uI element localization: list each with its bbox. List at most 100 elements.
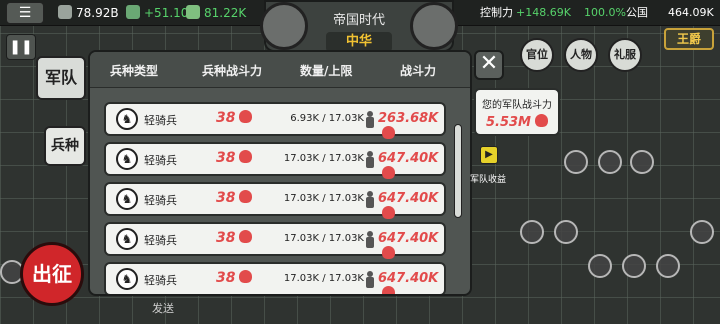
control-delta: +148.69K [516,6,571,19]
gold-resource: 78.92B [58,4,119,22]
people-button[interactable]: 人物 [564,38,598,72]
map-tile-icon[interactable] [564,150,588,174]
skull-icon [239,230,253,243]
person-icon [366,151,374,169]
pause-button[interactable]: ❚❚ [6,34,36,60]
rank-button[interactable]: 王爵 [664,28,714,50]
skull-icon [239,110,253,123]
send-button[interactable]: 发送 [152,300,174,316]
table-row: ♞ 轻骑兵 38 17.03K / 17.03K 647.40K [104,142,446,179]
skull-icon [239,270,253,283]
army-income-label: 军队收益 [470,175,507,185]
person-icon [366,231,374,249]
map-tile-icon[interactable] [598,150,622,174]
food-icon [186,5,200,19]
header-power: 战斗力 [400,64,437,78]
unit-total-power: 647.40K [378,231,444,262]
control-percent: 100.0% [584,6,626,19]
unit-name: 轻骑兵 [144,194,177,207]
unit-total-power: 647.40K [378,271,444,294]
menu-button[interactable]: ☰ [6,2,44,24]
skull-icon [382,166,395,179]
horse-icon: ♞ [116,108,138,130]
unit-power: 38 [216,230,253,246]
unit-total-value: 647.40K [378,231,439,246]
unit-power-value: 38 [216,110,236,126]
map-tile-icon[interactable] [630,150,654,174]
unit-power: 38 [216,190,253,206]
header-unit-type: 兵种类型 [110,64,159,78]
unit-total-value: 647.40K [378,151,439,166]
army-power-box: 您的军队战斗力 5.53M [474,88,560,136]
unit-name: 轻骑兵 [144,114,177,127]
horse-icon: ♞ [116,148,138,170]
unit-power-value: 38 [216,230,236,246]
army-power-label: 您的军队战斗力 [482,100,552,111]
nation-name[interactable]: 中华 [326,32,392,52]
control-label: 控制力 [480,6,513,19]
map-tile-icon[interactable] [690,220,714,244]
close-icon: ✕ [479,51,499,76]
era-title: 帝国时代 [332,13,385,28]
army-panel: 兵种类型 兵种战斗力 数量/上限 战斗力 ♞ 轻骑兵 38 6.93K / 17… [88,50,472,296]
map-tile-icon[interactable] [656,254,680,278]
skull-icon [239,150,253,163]
attack-button[interactable]: 出征 [20,242,84,306]
unit-power: 38 [216,150,253,166]
skull-icon [535,114,548,127]
officials-button[interactable]: 官位 [520,38,554,72]
menu-icon: ☰ [18,5,32,21]
coin-icon [58,5,72,19]
person-icon [366,271,374,289]
treasury-label: 公国 [626,6,648,19]
map-tile-icon[interactable] [520,220,544,244]
skull-icon [382,246,395,259]
unit-power-value: 38 [216,150,236,166]
skull-icon [382,286,395,294]
horse-icon: ♞ [116,268,138,290]
horse-icon: ♞ [116,188,138,210]
close-button[interactable]: ✕ [474,50,504,80]
tab-army[interactable]: 军队 [36,56,86,100]
unit-name: 轻骑兵 [144,274,177,287]
gold-value: 78.92B [76,6,119,20]
unit-quantity: 17.03K / 17.03K [283,233,364,244]
unit-total-value: 647.40K [378,271,439,286]
pause-icon: ❚❚ [9,39,33,55]
army-power-number: 5.53M [485,115,531,130]
person-icon [366,111,374,129]
header-quantity: 数量/上限 [300,64,353,78]
unit-power: 38 [216,270,253,286]
map-tile-icon[interactable] [588,254,612,278]
food-resource: 81.22K [186,4,246,22]
table-row: ♞ 轻骑兵 38 6.93K / 17.03K 263.68K [104,102,446,139]
tab-unit-types[interactable]: 兵种 [44,126,86,166]
era-banner: 帝国时代 中华 [260,0,458,52]
unit-quantity: 17.03K / 17.03K [283,193,364,204]
list-scrollbar[interactable] [454,124,462,218]
unit-list[interactable]: ♞ 轻骑兵 38 6.93K / 17.03K 263.68K ♞ 轻骑兵 38… [104,88,446,294]
table-header: 兵种类型 兵种战斗力 数量/上限 战斗力 [90,52,470,88]
table-row: ♞ 轻骑兵 38 17.03K / 17.03K 647.40K [104,262,446,294]
unit-total-value: 263.68K [378,111,439,126]
unit-quantity: 6.93K / 17.03K [290,113,364,124]
ceremony-button[interactable]: 礼服 [608,38,642,72]
army-income-button[interactable]: ▶ [480,146,498,164]
skull-icon [382,126,395,139]
table-row: ♞ 轻骑兵 38 17.03K / 17.03K 647.40K [104,182,446,219]
map-tile-icon[interactable] [554,220,578,244]
skull-icon [382,206,395,219]
treasury-value: 464.09K [668,6,714,19]
map-tile-icon[interactable] [622,254,646,278]
play-icon: ▶ [485,149,493,160]
unit-total-power: 647.40K [378,191,444,222]
horse-icon: ♞ [116,228,138,250]
unit-total-value: 647.40K [378,191,439,206]
header-unit-power: 兵种战斗力 [202,64,263,78]
unit-name: 轻骑兵 [144,234,177,247]
person-icon [366,191,374,209]
unit-quantity: 17.03K / 17.03K [283,273,364,284]
table-row: ♞ 轻骑兵 38 17.03K / 17.03K 647.40K [104,222,446,259]
unit-name: 轻骑兵 [144,154,177,167]
unit-quantity: 17.03K / 17.03K [283,153,364,164]
